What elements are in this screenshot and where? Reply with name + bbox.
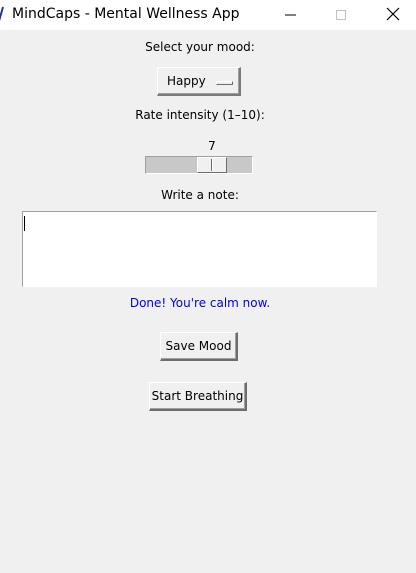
text-cursor bbox=[24, 216, 25, 231]
status-message: Done! You're calm now. bbox=[129, 296, 271, 310]
start-breathing-button[interactable]: Start Breathing bbox=[149, 382, 247, 411]
note-label: Write a note: bbox=[161, 188, 239, 202]
note-textarea[interactable] bbox=[22, 211, 377, 287]
minimize-icon bbox=[285, 6, 297, 25]
intensity-label: Rate intensity (1–10): bbox=[135, 108, 265, 122]
mood-selected-value: Happy bbox=[167, 74, 206, 88]
app-window: MindCaps - Mental Wellness App Select yo… bbox=[0, 0, 416, 573]
maximize-button[interactable] bbox=[318, 0, 364, 30]
intensity-slider[interactable] bbox=[145, 156, 253, 174]
intensity-slider-handle[interactable] bbox=[197, 157, 227, 173]
mood-dropdown[interactable]: Happy bbox=[157, 67, 241, 96]
dropdown-indicator-icon bbox=[216, 81, 233, 85]
feather-icon bbox=[0, 6, 4, 22]
title-bar[interactable]: MindCaps - Mental Wellness App bbox=[0, 0, 416, 30]
minimize-button[interactable] bbox=[268, 0, 314, 30]
window-title: MindCaps - Mental Wellness App bbox=[12, 6, 240, 22]
close-button[interactable] bbox=[370, 0, 416, 30]
close-icon bbox=[386, 6, 400, 25]
maximize-icon bbox=[335, 6, 347, 25]
save-mood-button[interactable]: Save Mood bbox=[160, 332, 238, 361]
mood-label: Select your mood: bbox=[145, 40, 255, 54]
intensity-value: 7 bbox=[208, 139, 216, 153]
